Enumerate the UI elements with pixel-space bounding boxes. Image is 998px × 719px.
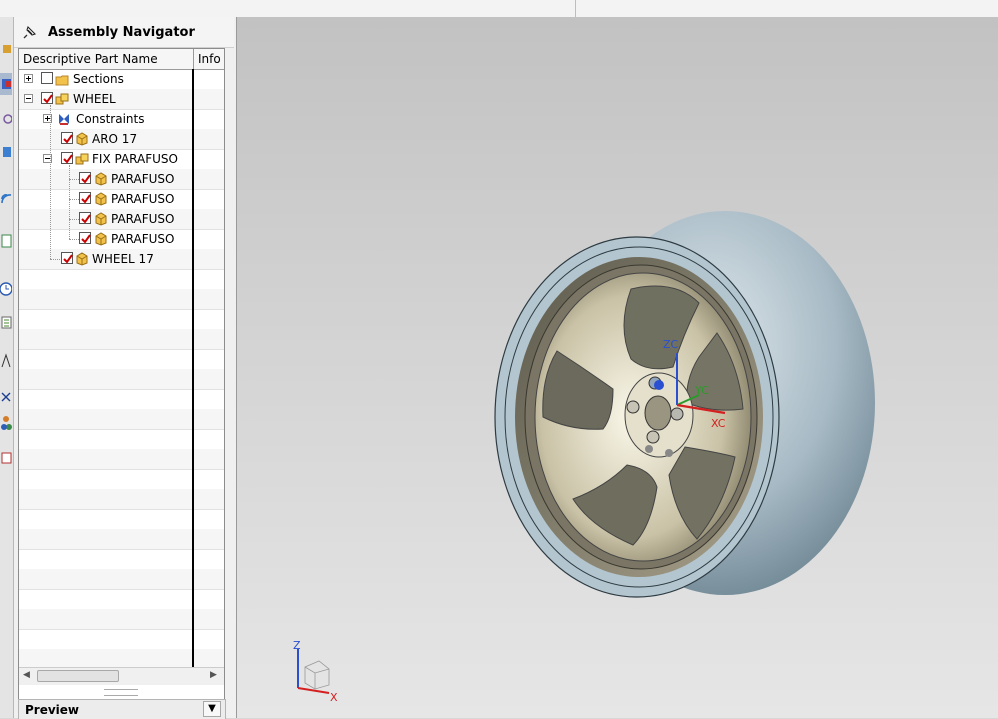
checkbox-checked[interactable] xyxy=(79,172,91,184)
tree-guide-line xyxy=(50,105,51,259)
component-icon xyxy=(76,252,88,266)
triad-x-label: X xyxy=(330,691,338,704)
tree-row-label: WHEEL 17 xyxy=(92,252,154,266)
tree-row-label: PARAFUSO xyxy=(111,212,175,226)
splitter-handle[interactable] xyxy=(104,689,138,696)
wheel-model[interactable]: ZC YC XC Z X xyxy=(237,17,998,718)
triad-x-axis xyxy=(297,687,330,694)
scroll-left-icon[interactable]: ◀ xyxy=(23,670,30,680)
tree-guide-line xyxy=(69,165,70,239)
toolbar-divider xyxy=(575,0,576,17)
scroll-right-icon[interactable]: ▶ xyxy=(210,670,217,680)
tree-row-label: Constraints xyxy=(76,112,145,126)
triad-cube-icon xyxy=(304,660,330,690)
component-icon xyxy=(76,132,88,146)
column-divider[interactable] xyxy=(193,49,194,69)
scrollbar-thumb[interactable] xyxy=(37,670,119,682)
component-icon xyxy=(95,192,107,206)
column-header-name[interactable]: Descriptive Part Name xyxy=(23,52,158,66)
graphics-viewport[interactable]: ZC YC XC Z X xyxy=(237,17,998,718)
navigator-header: Assembly Navigator xyxy=(14,17,234,48)
hub-center-bore xyxy=(644,395,672,431)
horizontal-scrollbar[interactable]: ◀ ▶ xyxy=(19,667,224,685)
tree-connector xyxy=(69,199,79,200)
tree-connector xyxy=(50,259,60,260)
checkbox-checked[interactable] xyxy=(79,212,91,224)
tree-row-label: WHEEL xyxy=(73,92,116,106)
tree-connector xyxy=(69,239,79,240)
component-icon xyxy=(95,172,107,186)
checkbox-unchecked[interactable] xyxy=(41,72,53,84)
component-icon xyxy=(95,212,107,226)
wcs-origin-icon xyxy=(654,380,664,390)
tree-row-label: PARAFUSO xyxy=(111,232,175,246)
bolt[interactable] xyxy=(646,430,660,444)
chevron-down-icon[interactable]: ▼ xyxy=(203,701,221,717)
column-header-info[interactable]: Info xyxy=(198,52,221,66)
bolt[interactable] xyxy=(670,407,684,421)
tree-connector xyxy=(69,219,79,220)
collapse-icon[interactable] xyxy=(24,94,33,103)
tree-row-label: ARO 17 xyxy=(92,132,138,146)
wcs-y-label: YC xyxy=(694,384,709,397)
resource-bar-icons xyxy=(0,45,12,464)
navigator-tree: Descriptive Part Name Info Sections WHEE… xyxy=(18,48,225,703)
pin-icon[interactable] xyxy=(23,25,37,39)
folder-icon xyxy=(55,75,69,86)
checkbox-checked[interactable] xyxy=(61,132,73,144)
constraints-icon xyxy=(59,114,69,125)
preview-section[interactable]: Preview ▼ xyxy=(18,699,226,719)
tree-row-label: PARAFUSO xyxy=(111,192,175,206)
checkbox-checked[interactable] xyxy=(41,92,53,104)
tree-connector xyxy=(69,179,79,180)
resource-bar xyxy=(0,17,14,718)
tree-row-label: FIX PARAFUSO xyxy=(92,152,178,166)
column-header-row: Descriptive Part Name Info xyxy=(19,49,224,70)
bolt[interactable] xyxy=(645,445,653,453)
wcs-z-label: ZC xyxy=(663,338,679,351)
bolt[interactable] xyxy=(626,400,640,414)
wcs-x-label: XC xyxy=(711,417,726,430)
tree-row-label: PARAFUSO xyxy=(111,172,175,186)
component-icon xyxy=(95,232,107,246)
checkbox-checked[interactable] xyxy=(79,232,91,244)
expand-icon[interactable] xyxy=(24,74,33,83)
navigator-title: Assembly Navigator xyxy=(48,25,195,40)
checkbox-checked[interactable] xyxy=(79,192,91,204)
triad-z-label: Z xyxy=(293,639,301,652)
assembly-icon xyxy=(55,93,69,105)
checkbox-checked[interactable] xyxy=(61,152,73,164)
checkbox-checked[interactable] xyxy=(61,252,73,264)
bolt[interactable] xyxy=(665,449,673,457)
assembly-navigator-panel: Assembly Navigator Descriptive Part Name… xyxy=(14,17,237,719)
column-separator xyxy=(192,69,194,667)
assembly-icon xyxy=(75,153,89,165)
preview-label: Preview xyxy=(25,703,80,717)
top-toolbar-strip xyxy=(0,0,998,18)
tree-row-label: Sections xyxy=(73,72,124,86)
